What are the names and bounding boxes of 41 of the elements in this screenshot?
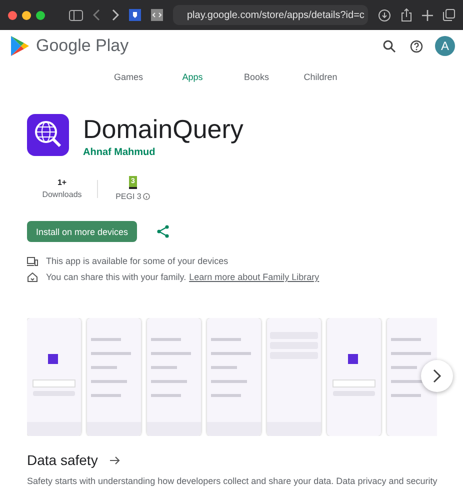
sidebar-icon[interactable] [69, 10, 83, 20]
tabs-icon[interactable] [443, 9, 455, 21]
devices-icon [27, 256, 38, 266]
user-avatar[interactable]: A [435, 36, 455, 56]
chevron-right-icon [432, 369, 442, 383]
zoom-button[interactable] [36, 10, 45, 20]
share-icon[interactable] [157, 225, 170, 238]
new-tab-icon[interactable] [422, 10, 433, 20]
nav-tab[interactable]: Apps [160, 68, 224, 86]
developer-link[interactable]: Ahnaf Mahmud [83, 147, 244, 158]
close-button[interactable] [8, 10, 17, 20]
code-icon[interactable] [151, 9, 163, 21]
notice-text: This app is available for some of your devices [46, 256, 228, 266]
house-icon [27, 272, 38, 282]
download-icon[interactable] [378, 8, 391, 22]
address-bar[interactable]: play.google.com/store/apps/details?id=c [173, 5, 368, 25]
next-button[interactable] [421, 360, 453, 392]
family-library-link[interactable]: Learn more about Family Library [189, 272, 320, 282]
stat-label: Downloads [42, 190, 82, 199]
nav-tab[interactable]: Children [288, 68, 352, 86]
notice-text: You can share this with your family. Learn more about Family Library [46, 272, 320, 282]
app-icon [27, 114, 69, 156]
shield-icon[interactable] [129, 9, 141, 21]
section-title: Data safety [27, 452, 98, 468]
app-title: DomainQuery [83, 114, 244, 144]
stat-label: PEGI 3 [116, 192, 142, 201]
minimize-button[interactable] [22, 10, 31, 20]
help-icon[interactable] [410, 40, 423, 52]
nav-tab[interactable]: Books [224, 68, 288, 86]
section-text: Safety starts with understanding how developers collect and share your data. Data privacy and security [27, 476, 436, 486]
play-logo-icon[interactable] [10, 35, 30, 57]
nav-tab[interactable]: Games [96, 68, 160, 86]
search-icon[interactable] [383, 40, 396, 52]
install-button[interactable]: Install on more devices [27, 221, 138, 242]
brand-name: Google Play [36, 36, 130, 56]
share-icon[interactable] [401, 8, 412, 22]
arrow-icon[interactable] [110, 456, 120, 464]
forward-icon[interactable] [111, 9, 119, 21]
back-icon[interactable] [93, 9, 101, 21]
stat-value: 1+ [57, 178, 67, 187]
info-icon[interactable] [143, 193, 150, 200]
